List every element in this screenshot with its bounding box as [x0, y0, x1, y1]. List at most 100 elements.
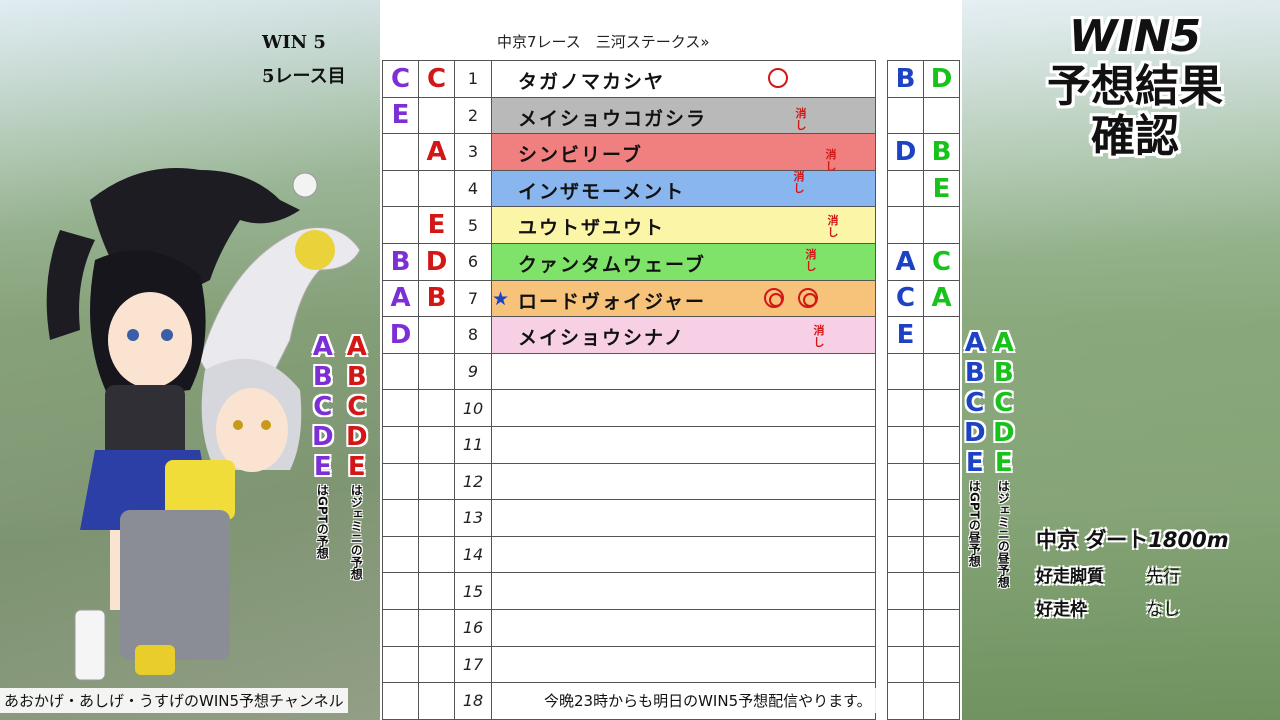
double-circle-mark: [764, 287, 784, 308]
gemini-pick-cell: [418, 316, 455, 354]
gemini-noon-pick-cell: [923, 316, 960, 354]
column-gap: [875, 97, 888, 134]
column-gap: [875, 316, 888, 354]
horse-number: 12: [454, 462, 492, 501]
legend-letter: A: [346, 332, 367, 362]
legend-gpt-noon: A B C D E はGPTの昼予想: [964, 328, 986, 567]
legend-gemini-noon: A B C D E はジェミニの昼予想: [993, 328, 1015, 588]
table-row: E 2 メイショウコガシラ 消し: [382, 96, 960, 135]
circle-mark: [768, 68, 788, 88]
title-line-1: WIN5: [1068, 11, 1202, 62]
gemini-pick-cell: [418, 535, 455, 574]
course-name: 中京 ダート1800m: [1036, 528, 1229, 552]
gpt-noon-pick-cell: [887, 499, 924, 537]
horse-name-cell: インザモーメント 消し: [491, 169, 876, 208]
eliminated-mark: 消し: [795, 106, 807, 132]
column-gap: [875, 682, 888, 720]
pick-letter: B: [895, 63, 916, 94]
legend-letter: B: [993, 358, 1014, 388]
horse-name: クァンタムウェーブ: [518, 253, 706, 276]
horse-name-cell: [491, 535, 876, 574]
gpt-noon-pick-cell: [887, 389, 924, 427]
horse-name-cell: [491, 499, 876, 537]
horse-name: シンビリーブ: [518, 144, 643, 167]
legend-letter: D: [964, 418, 986, 448]
gpt-pick-cell: [382, 608, 419, 647]
horse-number: 3: [454, 133, 492, 171]
horse-name-cell: ユウトザユウト 消し: [491, 206, 876, 244]
prediction-table: C C 1 タガノマカシヤ B D E 2 メイショウコガシラ 消し A 3 シンビリーブ 消し D B 4 イン…: [382, 60, 960, 720]
channel-name: あおかげ・あしげ・うすげのWIN5予想チャンネル: [0, 688, 348, 713]
horse-name: メイショウシナノ: [518, 327, 686, 350]
gemini-pick-cell: [418, 499, 455, 537]
stream-notice: 今晩23時からも明日のWIN5予想配信やります。: [540, 688, 876, 713]
gemini-pick-cell: A: [418, 133, 455, 171]
horse-number: 17: [454, 645, 492, 684]
gpt-noon-pick-cell: [887, 645, 924, 684]
table-row: 13: [382, 499, 960, 537]
gemini-pick-cell: [418, 96, 455, 135]
table-row: E 5 ユウトザユウト 消し: [382, 206, 960, 244]
legend-letter: B: [964, 358, 985, 388]
legend-note: はGPTの予想: [315, 484, 330, 559]
gpt-pick-cell: [382, 206, 419, 244]
gpt-noon-pick-cell: B: [887, 60, 924, 98]
horse-name-cell: [491, 572, 876, 610]
pick-letter: E: [391, 100, 410, 131]
column-gap: [875, 353, 888, 390]
title-line-2: 予想結果: [1047, 61, 1223, 112]
gemini-pick-cell: [418, 425, 455, 464]
pick-letter: A: [931, 283, 952, 314]
race-header: 中京7レース 三河ステークス»: [497, 33, 710, 51]
gpt-noon-pick-cell: [887, 572, 924, 610]
column-gap: [875, 572, 888, 610]
info-value: なし: [1146, 600, 1180, 620]
horse-name-cell: [491, 389, 876, 427]
column-gap: [875, 170, 888, 207]
table-row: 10: [382, 389, 960, 427]
info-key: 好走枠: [1036, 600, 1087, 620]
gemini-pick-cell: [418, 645, 455, 684]
gpt-noon-pick-cell: [887, 535, 924, 574]
pick-letter: C: [931, 246, 952, 277]
column-gap: [875, 206, 888, 244]
horse-number: 7: [454, 279, 492, 318]
horse-number: 4: [454, 169, 492, 208]
table-row: 12: [382, 462, 960, 501]
gemini-pick-cell: [418, 572, 455, 610]
horse-number: 16: [454, 608, 492, 647]
gpt-pick-cell: [382, 462, 419, 501]
horse-name-cell: タガノマカシヤ: [491, 60, 876, 98]
table-row: 16: [382, 608, 960, 647]
pick-letter: E: [896, 319, 915, 350]
legend-letter: A: [964, 328, 985, 358]
legend-letter: E: [347, 452, 366, 482]
legend-letter: D: [993, 418, 1015, 448]
table-row: 14: [382, 535, 960, 574]
gemini-noon-pick-cell: [923, 499, 960, 537]
gemini-noon-pick-cell: B: [923, 133, 960, 171]
legend-letter: D: [346, 422, 368, 452]
gemini-pick-cell: [418, 462, 455, 501]
gemini-noon-pick-cell: [923, 645, 960, 684]
horse-name-cell: [491, 645, 876, 684]
gemini-pick-cell: C: [418, 60, 455, 98]
title-line-3: 確認: [1091, 111, 1179, 162]
page-title: WIN5 予想結果 確認: [1010, 12, 1260, 162]
gemini-noon-pick-cell: [923, 352, 960, 391]
horse-name: メイショウコガシラ: [518, 107, 708, 130]
gemini-noon-pick-cell: [923, 682, 960, 720]
horse-number: 15: [454, 572, 492, 610]
pick-letter: E: [427, 210, 446, 241]
gemini-noon-pick-cell: [923, 572, 960, 610]
column-gap: [875, 499, 888, 537]
pick-letter: D: [425, 246, 448, 277]
gemini-noon-pick-cell: [923, 608, 960, 647]
gpt-pick-cell: A: [382, 279, 419, 318]
gpt-pick-cell: [382, 133, 419, 171]
gpt-noon-pick-cell: [887, 608, 924, 647]
table-row: A B 7 ロードヴォイジャー ★ C A: [382, 279, 960, 318]
gemini-noon-pick-cell: [923, 535, 960, 574]
horse-name-cell: [491, 462, 876, 501]
horse-name-cell: メイショウシナノ 消し: [491, 316, 876, 354]
